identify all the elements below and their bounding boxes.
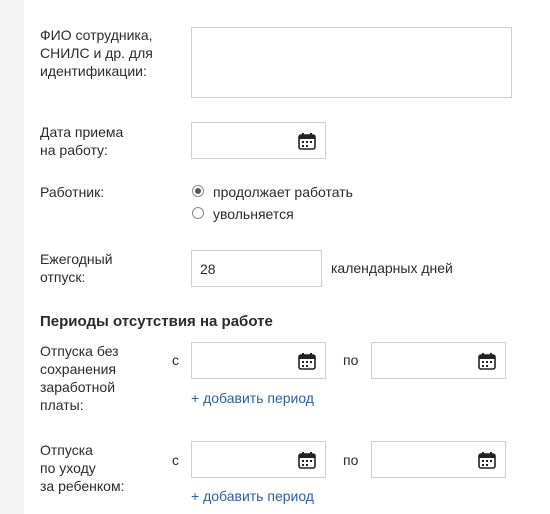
unpaid-to-label: по: [343, 352, 359, 368]
radio-continues-working[interactable]: [192, 185, 204, 197]
radio-resigns[interactable]: [192, 207, 204, 219]
employee-id-textarea[interactable]: [191, 27, 512, 98]
unpaid-add-period-link[interactable]: + добавить период: [191, 390, 314, 406]
vacation-days-value: 28: [200, 260, 216, 277]
calendar-icon[interactable]: [298, 352, 316, 370]
radio-continues-working-label[interactable]: продолжает работать: [213, 183, 353, 201]
left-margin-strip: [0, 0, 24, 514]
unpaid-from-label: с: [172, 352, 179, 368]
vacation-label: Ежегодный отпуск:: [40, 251, 113, 285]
childcare-add-period-link[interactable]: + добавить период: [191, 488, 314, 504]
unpaid-from-date-input[interactable]: [191, 342, 326, 379]
calendar-icon[interactable]: [478, 352, 496, 370]
employee-id-label: ФИО сотрудника, СНИЛС и др. для идентифи…: [40, 27, 153, 79]
childcare-from-label: с: [172, 452, 179, 468]
vacation-unit: календарных дней: [331, 260, 453, 276]
unpaid-leave-label: Отпуска без сохранения заработной платы:: [40, 343, 119, 413]
worker-label: Работник:: [40, 184, 105, 200]
calendar-icon[interactable]: [478, 451, 496, 469]
childcare-from-date-input[interactable]: [191, 441, 326, 478]
hire-date-input[interactable]: [191, 122, 326, 159]
calendar-icon[interactable]: [298, 132, 316, 150]
unpaid-to-date-input[interactable]: [371, 342, 506, 379]
calendar-icon[interactable]: [298, 451, 316, 469]
childcare-leave-label: Отпуска по уходу за ребенком:: [40, 442, 125, 494]
childcare-to-date-input[interactable]: [371, 441, 506, 478]
radio-resigns-label[interactable]: увольняется: [213, 205, 294, 223]
hire-date-label: Дата приема на работу:: [40, 124, 124, 158]
absence-section-title: Периоды отсутствия на работе: [40, 313, 273, 330]
childcare-to-label: по: [343, 452, 359, 468]
vacation-days-input[interactable]: 28: [191, 250, 322, 287]
